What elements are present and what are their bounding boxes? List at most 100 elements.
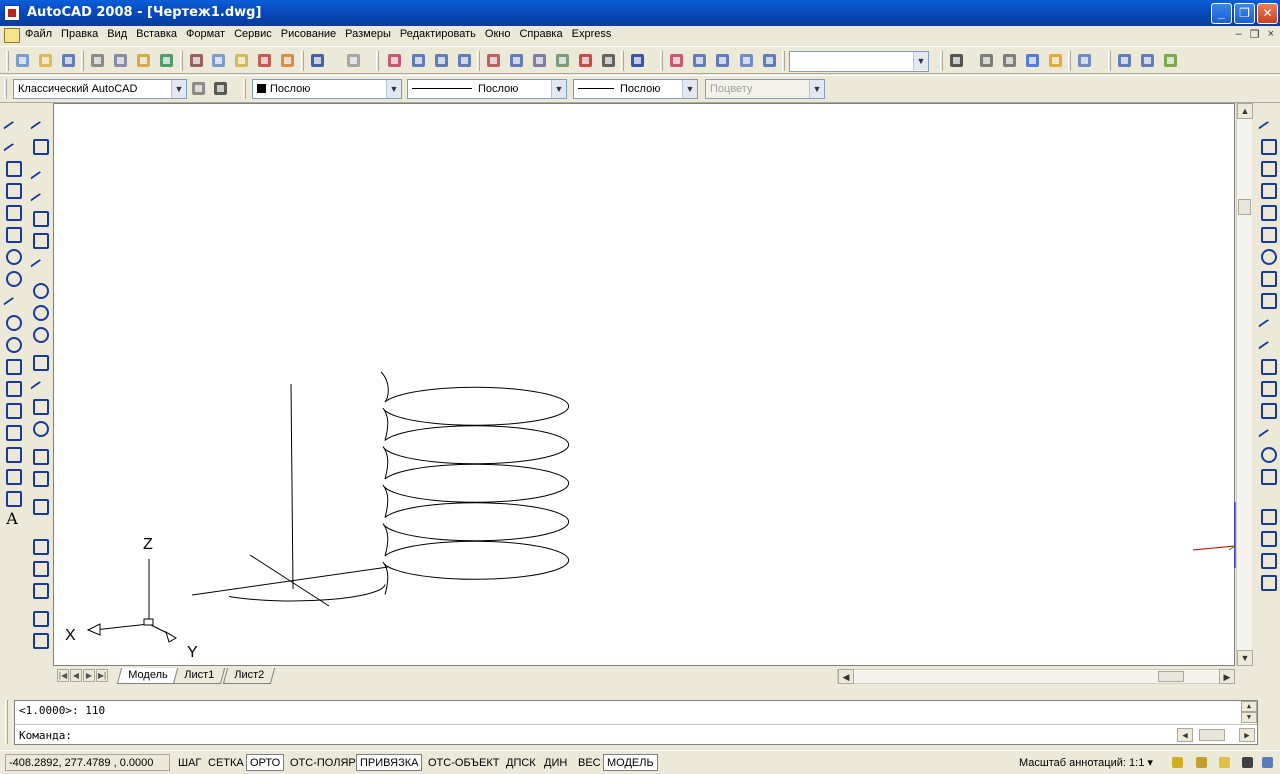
help-icon[interactable] bbox=[629, 52, 647, 70]
send-to-back-icon[interactable] bbox=[1258, 528, 1277, 547]
scroll-up-button[interactable]: ▲ bbox=[1237, 103, 1253, 119]
line-icon[interactable] bbox=[3, 114, 21, 132]
workspace-settings-icon[interactable] bbox=[190, 80, 208, 98]
snap-intersection-icon[interactable] bbox=[30, 208, 49, 227]
break-icon[interactable] bbox=[1258, 378, 1277, 397]
orbit-icon[interactable] bbox=[714, 52, 732, 70]
restore-button[interactable]: ❐ bbox=[1234, 3, 1255, 24]
command-scroll-left[interactable]: ◀ bbox=[1177, 728, 1193, 742]
bring-to-front-icon[interactable] bbox=[1258, 506, 1277, 525]
document-icon[interactable] bbox=[4, 28, 20, 43]
bring-above-icon[interactable] bbox=[1258, 550, 1277, 569]
dim-radius-icon[interactable] bbox=[30, 630, 49, 649]
command-scroll-up[interactable]: ▲ bbox=[1241, 701, 1257, 712]
walk-icon[interactable] bbox=[761, 52, 779, 70]
pan-realtime-icon[interactable] bbox=[668, 52, 686, 70]
toolbar-grip[interactable] bbox=[243, 79, 246, 99]
workspace-combo[interactable]: Классический AutoCAD ▼ bbox=[13, 79, 187, 99]
gradient-icon[interactable] bbox=[3, 444, 22, 463]
dim-ordinate-icon[interactable] bbox=[30, 608, 49, 627]
send-under-icon[interactable] bbox=[1258, 572, 1277, 591]
drawing-canvas[interactable]: Z X Y bbox=[53, 103, 1236, 666]
new-file-icon[interactable] bbox=[14, 52, 32, 70]
menu-item-9[interactable]: Окно bbox=[485, 28, 511, 40]
align-3d-icon[interactable] bbox=[1162, 52, 1180, 70]
linetype-combo[interactable]: Послою ▼ bbox=[407, 79, 567, 99]
rectangle-icon[interactable] bbox=[3, 202, 22, 221]
move-icon[interactable] bbox=[1258, 224, 1277, 243]
annotation-scale-value[interactable]: 1:1 ▾ bbox=[1129, 757, 1153, 769]
status-toggle-0[interactable]: ШАГ bbox=[174, 754, 205, 771]
rotate-icon[interactable] bbox=[1258, 246, 1277, 265]
break-at-point-icon[interactable] bbox=[1258, 356, 1277, 375]
snap-none-icon[interactable] bbox=[30, 468, 49, 487]
pan-icon[interactable] bbox=[386, 52, 404, 70]
3d-dwf-icon[interactable] bbox=[158, 52, 176, 70]
menu-item-3[interactable]: Вставка bbox=[136, 28, 177, 40]
status-toggle-6[interactable]: ДПСК bbox=[502, 754, 540, 771]
menu-item-8[interactable]: Редактировать bbox=[400, 28, 476, 40]
open-file-icon[interactable] bbox=[37, 52, 55, 70]
menu-item-4[interactable]: Формат bbox=[186, 28, 225, 40]
snap-extension-icon[interactable] bbox=[30, 252, 48, 270]
plot-icon[interactable] bbox=[89, 52, 107, 70]
paste-icon[interactable] bbox=[233, 52, 251, 70]
tab-layout2[interactable]: Лист2 bbox=[222, 668, 276, 684]
move-3d-icon[interactable] bbox=[1116, 52, 1134, 70]
revision-cloud-icon[interactable] bbox=[3, 268, 22, 287]
dim-linear-icon[interactable] bbox=[30, 536, 49, 555]
zoom-realtime-icon[interactable] bbox=[410, 52, 428, 70]
lineweight-combo[interactable]: Послою ▼ bbox=[573, 79, 698, 99]
status-toggle-5[interactable]: ОТС-ОБЪЕКТ bbox=[424, 754, 503, 771]
status-toggle-2[interactable]: ОРТО bbox=[246, 754, 285, 771]
chevron-down-icon[interactable]: ▼ bbox=[551, 80, 566, 98]
command-window[interactable]: <1.0000>: 110 Команда: ▲ ▼ ◀ ▶ bbox=[14, 700, 1258, 745]
tab-layout1[interactable]: Лист1 bbox=[172, 668, 226, 684]
properties-icon[interactable] bbox=[485, 52, 503, 70]
minimize-button[interactable]: _ bbox=[1211, 3, 1232, 24]
redo-icon[interactable] bbox=[345, 52, 363, 70]
snap-insert-icon[interactable] bbox=[30, 396, 49, 415]
chevron-down-icon[interactable]: ▼ bbox=[682, 80, 697, 98]
chevron-down-icon[interactable]: ▼ bbox=[913, 52, 928, 70]
snap-nearest-icon[interactable] bbox=[30, 446, 49, 465]
menu-item-5[interactable]: Сервис bbox=[234, 28, 272, 40]
scroll-right-button[interactable]: ▶ bbox=[1219, 669, 1235, 684]
horizontal-scroll-thumb[interactable] bbox=[1158, 671, 1184, 682]
menu-item-6[interactable]: Рисование bbox=[281, 28, 336, 40]
tab-model[interactable]: Модель bbox=[116, 668, 179, 684]
named-view-combo[interactable]: ▼ bbox=[789, 51, 929, 72]
first-tab-icon[interactable]: |◀ bbox=[57, 669, 69, 682]
arc-icon[interactable] bbox=[3, 224, 22, 243]
construction-line-icon[interactable] bbox=[3, 136, 21, 154]
chamfer-icon[interactable] bbox=[1258, 422, 1276, 440]
auto-scale-icon[interactable] bbox=[1194, 755, 1210, 771]
vertical-scroll-thumb[interactable] bbox=[1238, 199, 1251, 215]
chevron-down-icon[interactable]: ▼ bbox=[386, 80, 401, 98]
osnap-settings-icon[interactable] bbox=[30, 496, 49, 515]
copy-icon[interactable] bbox=[210, 52, 228, 70]
status-toggle-8[interactable]: ВЕС bbox=[574, 754, 605, 771]
extend-icon[interactable] bbox=[1258, 334, 1276, 352]
doc-close-button[interactable]: × bbox=[1268, 28, 1274, 41]
zoom-icon[interactable] bbox=[691, 52, 709, 70]
chevron-down-icon[interactable]: ▼ bbox=[171, 80, 186, 98]
menu-item-1[interactable]: Правка bbox=[61, 28, 98, 40]
wireframe-icon[interactable] bbox=[1001, 52, 1019, 70]
material-icon[interactable] bbox=[1047, 52, 1065, 70]
command-grip[interactable] bbox=[5, 700, 8, 744]
scroll-down-button[interactable]: ▼ bbox=[1237, 650, 1253, 666]
save-icon[interactable] bbox=[60, 52, 78, 70]
erase-icon[interactable] bbox=[1258, 114, 1276, 132]
last-tab-icon[interactable]: ▶| bbox=[96, 669, 108, 682]
region-icon[interactable] bbox=[3, 466, 22, 485]
menu-item-10[interactable]: Справка bbox=[519, 28, 562, 40]
cut-icon[interactable] bbox=[188, 52, 206, 70]
snap-parallel-icon[interactable] bbox=[30, 374, 48, 392]
snap-perpendicular-icon[interactable] bbox=[30, 352, 49, 371]
publish-icon[interactable] bbox=[135, 52, 153, 70]
status-toggle-9[interactable]: МОДЕЛЬ bbox=[603, 754, 658, 771]
polygon-icon[interactable] bbox=[3, 180, 22, 199]
coordinates-display[interactable]: -408.2892, 277.4789 , 0.0000 bbox=[5, 754, 170, 771]
design-center-icon[interactable] bbox=[508, 52, 526, 70]
